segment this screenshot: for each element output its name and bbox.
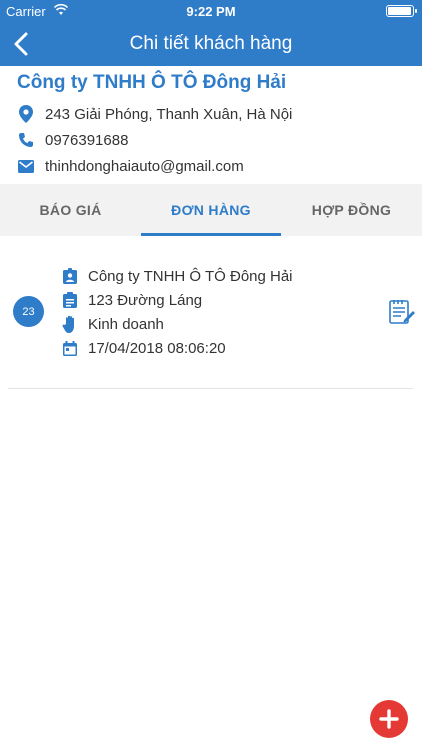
customer-name: Công ty TNHH Ô TÔ Đông Hải [17,72,287,93]
app-header: Carrier 9:22 PM Chi tiết khách hàng [0,0,422,66]
order-number-badge: 23 [13,296,44,327]
tab-contracts[interactable]: HỢP ĐỒNG [281,184,422,236]
tab-bar: BÁO GIÁ ĐƠN HÀNG HỢP ĐỒNG [0,184,422,236]
phone-icon [17,131,35,149]
location-pin-icon [17,105,35,123]
document-edit-icon [389,300,415,324]
order-document-button[interactable] [388,298,416,326]
add-button[interactable] [370,700,408,738]
order-address-row: 123 Đường Láng [62,290,202,310]
customer-address: 243 Giải Phóng, Thanh Xuân, Hà Nội [45,105,293,123]
order-department: Kinh doanh [88,315,164,333]
contact-card-icon [62,268,78,284]
order-datetime: 17/04/2018 08:06:20 [88,339,226,357]
order-datetime-row: 17/04/2018 08:06:20 [62,338,226,358]
list-divider [8,388,413,389]
order-company-row: Công ty TNHH Ô TÔ Đông Hải [62,266,293,286]
customer-email-row[interactable]: thinhdonghaiauto@gmail.com [17,156,244,176]
status-bar: Carrier 9:22 PM [0,0,422,22]
active-tab-indicator [141,233,281,236]
page-title: Chi tiết khách hàng [129,33,293,54]
clock: 9:22 PM [186,4,236,19]
hand-icon [62,315,78,333]
battery-level-fill [388,7,412,15]
email-icon [17,157,35,175]
plus-icon [379,709,399,729]
customer-phone[interactable]: 0976391688 [45,132,128,149]
tab-orders[interactable]: ĐƠN HÀNG [141,184,281,236]
customer-phone-row[interactable]: 0976391688 [17,130,128,150]
calendar-icon [62,340,78,356]
order-address: 123 Đường Láng [88,291,203,309]
customer-address-row: 243 Giải Phóng, Thanh Xuân, Hà Nội [17,104,292,124]
order-company: Công ty TNHH Ô TÔ Đông Hải [88,267,293,285]
clipboard-icon [62,292,78,308]
tab-quotes[interactable]: BÁO GIÁ [0,184,141,236]
battery-icon [386,5,417,17]
order-department-row: Kinh doanh [62,314,164,334]
customer-email[interactable]: thinhdonghaiauto@gmail.com [45,158,244,175]
